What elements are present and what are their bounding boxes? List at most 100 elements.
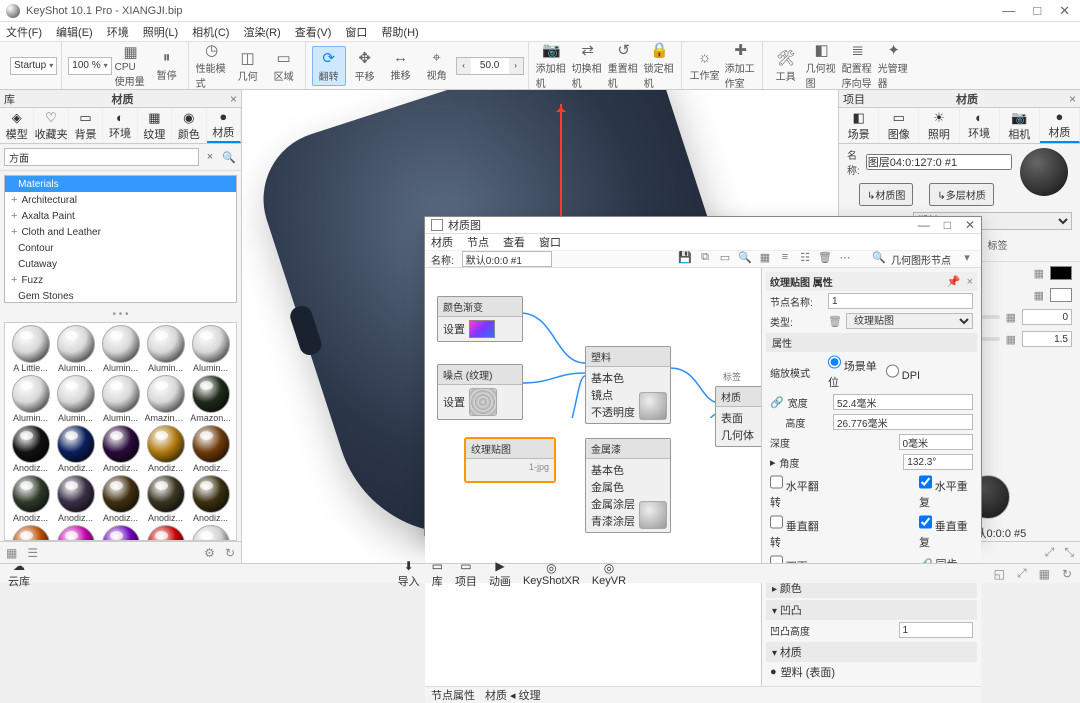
add-workspace-button[interactable]: ✚添加工作室	[724, 46, 758, 86]
bump-input[interactable]	[899, 622, 974, 638]
node-type-select[interactable]: 纹理贴图	[846, 313, 973, 329]
ptab-material[interactable]: ●材质	[1040, 108, 1080, 143]
material-swatch[interactable]: Anodiz...	[189, 525, 232, 541]
material-swatch[interactable]: Alumin...	[189, 325, 232, 373]
fov-button[interactable]: ⌖视角	[420, 46, 454, 86]
graph-menu-node[interactable]: 节点	[467, 234, 489, 250]
tree-item[interactable]: +Axalta Paint	[5, 208, 236, 224]
graph-close-button[interactable]: ✕	[965, 218, 975, 232]
pause-button[interactable]: ⏸暂停	[150, 46, 184, 86]
workspace-combo[interactable]: Startup	[10, 57, 57, 75]
menu-camera[interactable]: 相机(C)	[192, 24, 229, 40]
material-swatch[interactable]: Anodiz...	[189, 425, 232, 473]
ptab-scene[interactable]: ◧场景	[839, 108, 879, 143]
section-bump[interactable]: ▾ 凹凸	[766, 600, 977, 620]
tab-favorites[interactable]: ♡收藏夹	[34, 108, 68, 143]
material-swatch[interactable]: Anodiz...	[189, 475, 232, 523]
spin-up[interactable]: ›	[509, 58, 523, 74]
material-tree[interactable]: Materials+Architectural+Axalta Paint+Clo…	[4, 175, 237, 303]
reset-camera-button[interactable]: ↺重置相机	[607, 46, 641, 86]
material-swatch[interactable]: Anodiz...	[9, 475, 52, 523]
tree-item[interactable]: Cutaway	[5, 256, 236, 272]
library-button[interactable]: ▭库	[432, 559, 443, 589]
refresh-viewport-icon[interactable]: ↻	[1062, 567, 1072, 581]
switch-camera-button[interactable]: ⇄切换相机	[571, 46, 605, 86]
material-swatch[interactable]: Anodiz...	[9, 425, 52, 473]
material-swatch[interactable]: Alumin...	[54, 375, 97, 423]
material-swatch[interactable]: Amazon...	[189, 375, 232, 423]
tab-backgrounds[interactable]: ▭背景	[69, 108, 103, 143]
material-swatch[interactable]: Amazing...	[144, 375, 187, 423]
tool-search-icon[interactable]: 🔍	[871, 251, 887, 267]
close-button[interactable]: ✕	[1059, 3, 1070, 19]
panel-close-icon[interactable]: ×	[230, 92, 237, 106]
collapse-icon[interactable]: ⤡	[1064, 545, 1074, 560]
cloud-library-button[interactable]: ☁云库	[8, 559, 30, 589]
lock-camera-button[interactable]: 🔒锁定相机	[643, 46, 677, 86]
configurator-button[interactable]: ≣配置程序向导	[841, 46, 875, 86]
tool-delete-icon[interactable]: 🗑	[817, 251, 833, 267]
trash-icon[interactable]: 🗑	[828, 315, 842, 328]
node-texture-map[interactable]: 纹理贴图 1-jpg	[465, 438, 555, 482]
filter-icon[interactable]: ⚙	[204, 546, 215, 560]
graph-status-2[interactable]: 材质 ◂ 纹理	[485, 687, 541, 703]
import-button[interactable]: ⬇导入	[398, 559, 420, 589]
diffuse-swatch[interactable]	[1050, 266, 1072, 280]
grid-view-icon[interactable]: ▦	[6, 546, 17, 560]
radio-dpi[interactable]	[886, 363, 899, 379]
library-search-input[interactable]	[4, 148, 199, 166]
graph-menu-window[interactable]: 窗口	[539, 234, 561, 250]
node-metallic-paint[interactable]: 金属漆 基本色 金属色 金属涂层 青漆涂层	[585, 438, 671, 533]
expand-icon[interactable]: ▸	[770, 456, 776, 469]
material-swatch[interactable]: Anodiz...	[144, 425, 187, 473]
drag-handle[interactable]: • • •	[0, 307, 241, 322]
material-graph-window[interactable]: 材质图 —□✕ 材质 节点 查看 窗口 名称: 💾 ⧉ ▭ 🔍 ▦ ≡ ☷ 🗑 …	[424, 216, 982, 536]
tool-copy-icon[interactable]: ⧉	[697, 251, 713, 267]
dolly-button[interactable]: ↔推移	[384, 46, 418, 86]
graph-max-button[interactable]: □	[944, 218, 951, 232]
np-close-icon[interactable]: ×	[967, 276, 973, 288]
material-graph-button[interactable]: ↳材质图	[859, 183, 913, 206]
material-swatch[interactable]: Alumin...	[54, 325, 97, 373]
tab-environments[interactable]: ◐环境	[103, 108, 137, 143]
gradient-swatch[interactable]	[469, 320, 495, 338]
tree-item[interactable]: Materials	[5, 176, 236, 192]
ptab-image[interactable]: ▭图像	[879, 108, 919, 143]
light-manager-button[interactable]: ✦光管理器	[877, 46, 911, 86]
material-swatch[interactable]: Anodiz...	[99, 425, 142, 473]
fov-input[interactable]	[471, 58, 509, 74]
node-noise[interactable]: 噪点 (纹理) 设置	[437, 364, 523, 420]
material-swatch[interactable]: Anodiz...	[144, 475, 187, 523]
material-swatch[interactable]: Alumin...	[99, 375, 142, 423]
tex-icon[interactable]: ▦	[1006, 311, 1016, 324]
node-canvas[interactable]: 颜色渐变 设置 噪点 (纹理) 设置 纹理贴图 1-jpg 塑料 基本色 镜点 …	[425, 268, 761, 686]
list-view-icon[interactable]: ☰	[27, 546, 38, 560]
geom-dropdown-icon[interactable]: ▾	[959, 251, 975, 267]
tree-item[interactable]: +Cloth and Leather	[5, 224, 236, 240]
tab-models[interactable]: ◈模型	[0, 108, 34, 143]
menu-file[interactable]: 文件(F)	[6, 24, 42, 40]
width-input[interactable]	[833, 394, 973, 410]
graph-name-input[interactable]	[462, 251, 552, 267]
specular-swatch[interactable]	[1050, 288, 1072, 302]
tool-zoom-icon[interactable]: 🔍	[737, 251, 753, 267]
tex-icon[interactable]: ▦	[1034, 267, 1044, 280]
menu-window[interactable]: 窗口	[345, 24, 367, 40]
material-swatch[interactable]: Anodiz...	[99, 475, 142, 523]
tree-item[interactable]: +Fuzz	[5, 272, 236, 288]
node-color-gradient[interactable]: 颜色渐变 设置	[437, 296, 523, 342]
repeat-v-check[interactable]	[919, 514, 932, 530]
max-button[interactable]: □	[1033, 3, 1041, 19]
menu-edit[interactable]: 编辑(E)	[56, 24, 93, 40]
ptab-environment[interactable]: ◐环境	[960, 108, 1000, 143]
node-name-input[interactable]	[828, 293, 973, 309]
menu-help[interactable]: 帮助(H)	[381, 24, 418, 40]
graph-status-1[interactable]: 节点属性	[431, 687, 475, 703]
node-plastic[interactable]: 塑料 基本色 镜点 不透明度	[585, 346, 671, 424]
region-button[interactable]: ▭区域	[267, 46, 301, 86]
spin-down[interactable]: ‹	[457, 58, 471, 74]
add-camera-button[interactable]: 📷添加相机	[535, 46, 569, 86]
depth-input[interactable]	[899, 434, 974, 450]
min-button[interactable]: —	[1002, 3, 1015, 19]
performance-button[interactable]: ◷性能模式	[195, 46, 229, 86]
